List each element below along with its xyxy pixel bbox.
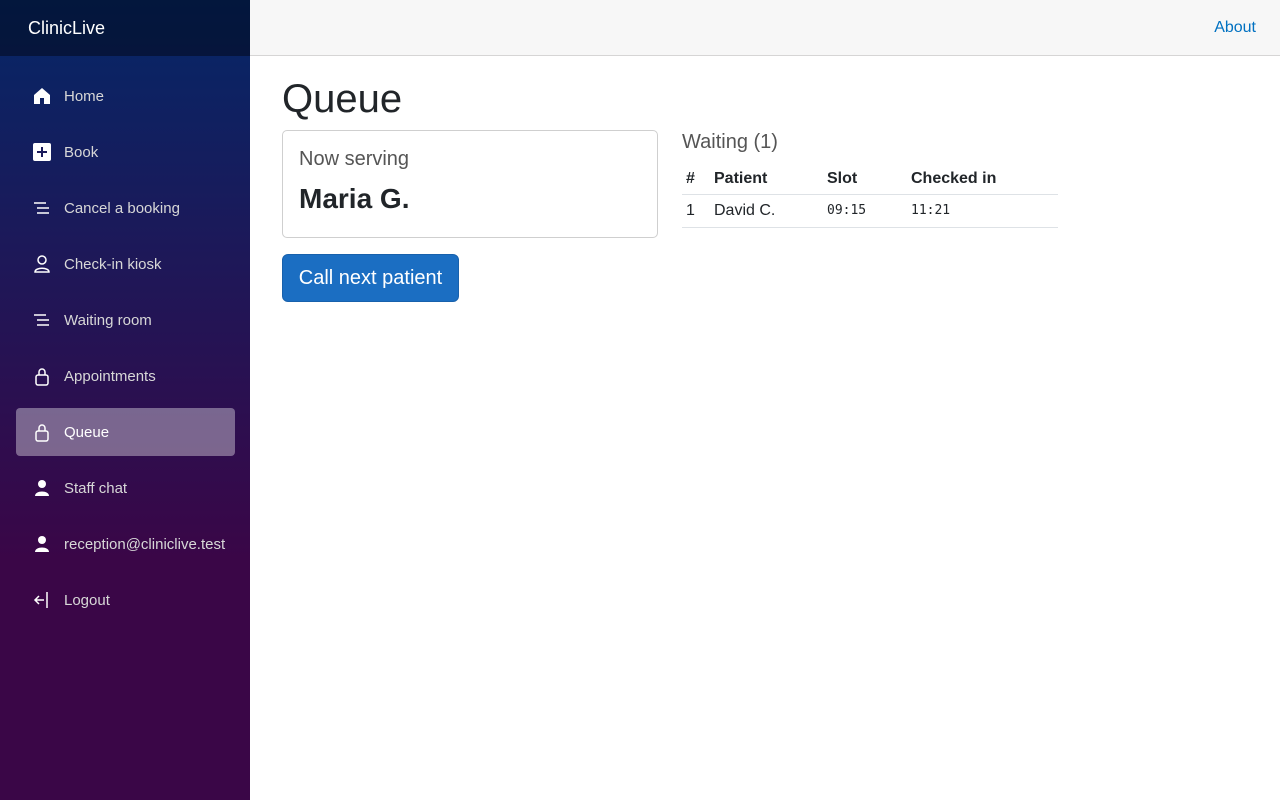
sidebar-nav: Home Book Cancel a booking Check-in kios…	[0, 56, 250, 624]
lock-icon	[32, 366, 52, 386]
sidebar-item-label: reception@cliniclive.test	[64, 535, 226, 553]
top-bar: About	[250, 0, 1280, 56]
waiting-title: Waiting (1)	[682, 131, 778, 153]
column-header-number: #	[682, 164, 710, 195]
home-icon	[32, 86, 52, 106]
brand-logo[interactable]: ClinicLive	[28, 18, 105, 39]
main-content: Queue Now serving Maria G. Call next pat…	[282, 56, 1280, 302]
table-row: 1 David C. 09:15 11:21	[682, 194, 1058, 228]
waiting-section: Waiting (1) # Patient Slot Checked in 1 …	[682, 130, 1058, 228]
table-header-row: # Patient Slot Checked in	[682, 164, 1058, 195]
now-serving-card: Now serving Maria G.	[282, 130, 658, 238]
sidebar-item-waiting-room[interactable]: Waiting room	[16, 296, 235, 344]
plus-square-icon	[32, 142, 52, 162]
sidebar-item-home[interactable]: Home	[16, 72, 235, 120]
sidebar-item-label: Book	[64, 143, 99, 161]
about-link[interactable]: About	[1214, 19, 1256, 37]
now-serving-name: Maria G.	[299, 183, 410, 214]
column-header-slot: Slot	[823, 164, 907, 195]
sidebar-item-logout[interactable]: Logout	[16, 576, 235, 624]
sidebar-item-label: Appointments	[64, 367, 156, 385]
now-serving-label: Now serving	[299, 148, 410, 170]
person-icon	[32, 478, 52, 498]
sidebar-item-check-in-kiosk[interactable]: Check-in kiosk	[16, 240, 235, 288]
waiting-table: # Patient Slot Checked in 1 David C. 09:…	[682, 164, 1058, 228]
sidebar-item-account[interactable]: reception@cliniclive.test	[16, 520, 235, 568]
person-icon	[32, 534, 52, 554]
sidebar-item-staff-chat[interactable]: Staff chat	[16, 464, 235, 512]
sidebar-item-cancel-booking[interactable]: Cancel a booking	[16, 184, 235, 232]
page-title: Queue	[282, 77, 403, 121]
row-number: 1	[682, 194, 710, 228]
list-icon	[32, 198, 52, 218]
sidebar-item-label: Logout	[64, 591, 110, 609]
person-outline-icon	[32, 254, 52, 274]
brand-bar: ClinicLive	[0, 0, 250, 56]
sidebar-item-book[interactable]: Book	[16, 128, 235, 176]
sidebar-item-queue[interactable]: Queue	[16, 408, 235, 456]
lock-icon	[32, 422, 52, 442]
row-checked-in: 11:21	[907, 194, 1058, 228]
sidebar-item-label: Home	[64, 87, 105, 105]
row-patient: David C.	[710, 194, 823, 228]
sidebar-item-label: Queue	[64, 423, 110, 441]
list-icon	[32, 310, 52, 330]
sidebar-item-label: Check-in kiosk	[64, 255, 162, 273]
sidebar-item-label: Cancel a booking	[64, 199, 180, 217]
sidebar: ClinicLive Home Book Cancel a booking Ch…	[0, 0, 250, 800]
row-slot: 09:15	[823, 194, 907, 228]
sidebar-item-appointments[interactable]: Appointments	[16, 352, 235, 400]
call-next-patient-button[interactable]: Call next patient	[282, 254, 459, 302]
column-header-checked-in: Checked in	[907, 164, 1058, 195]
sidebar-item-label: Staff chat	[64, 479, 128, 497]
logout-icon	[32, 590, 52, 610]
column-header-patient: Patient	[710, 164, 823, 195]
sidebar-item-label: Waiting room	[64, 311, 152, 329]
